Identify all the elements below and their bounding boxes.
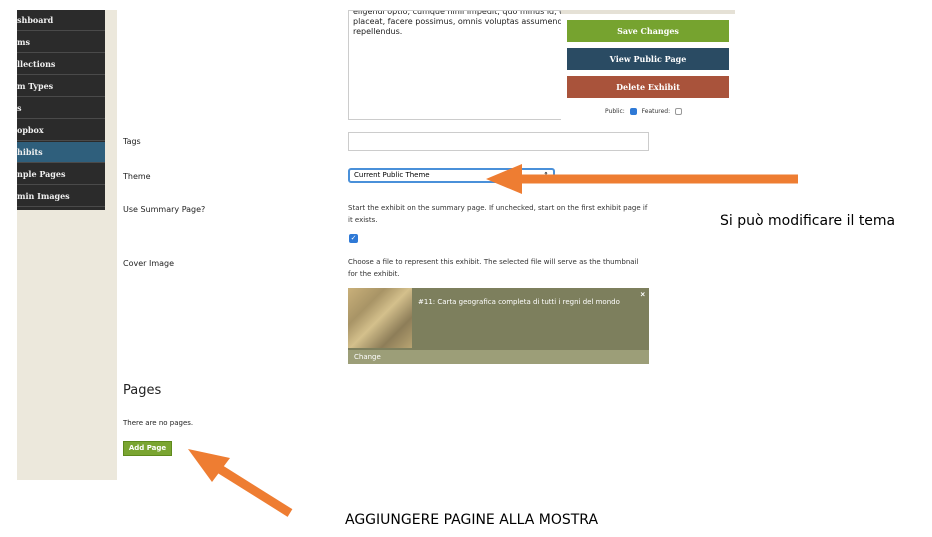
arrow-to-theme (486, 164, 798, 194)
theme-annotation: Si può modificare il tema (720, 213, 896, 229)
arrow-to-add-page (188, 449, 293, 517)
annotation-arrows (188, 164, 798, 517)
add-pages-annotation: AGGIUNGERE PAGINE ALLA MOSTRA (345, 512, 599, 528)
